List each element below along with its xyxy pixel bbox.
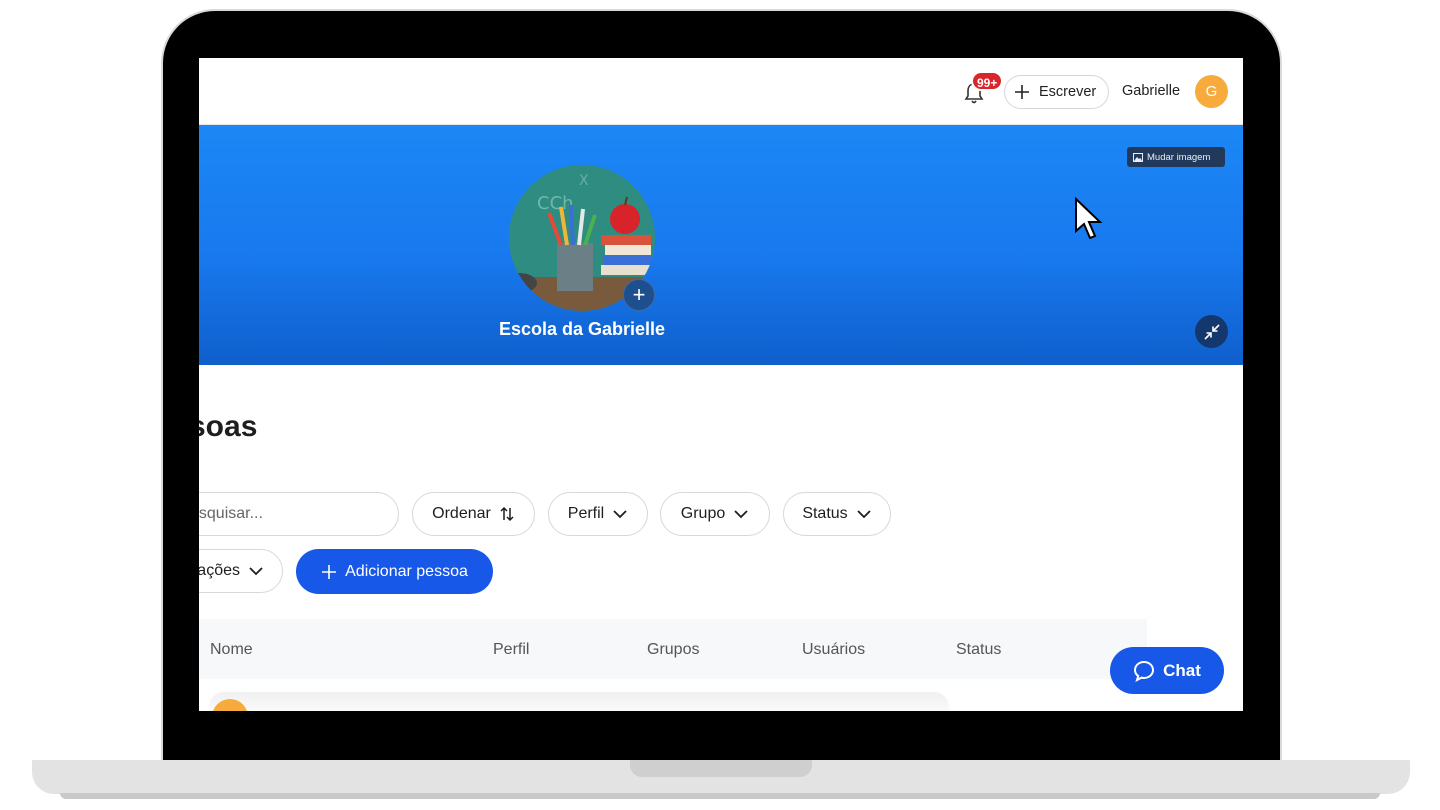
sort-label: Ordenar xyxy=(432,505,491,522)
chat-bubble-icon xyxy=(1134,660,1155,682)
group-filter-dropdown[interactable]: Grupo xyxy=(660,492,770,536)
add-school-image-button[interactable]: + xyxy=(623,279,655,311)
write-button[interactable]: Escrever xyxy=(1004,75,1109,109)
actions-label: ações xyxy=(199,562,240,579)
svg-text:CCh: CCh xyxy=(537,193,574,214)
collapse-banner-button[interactable] xyxy=(1195,315,1228,348)
top-bar: 99+ Escrever Gabrielle G xyxy=(199,58,1243,125)
actions-dropdown[interactable]: ações xyxy=(199,549,283,593)
profile-filter-dropdown[interactable]: Perfil xyxy=(548,492,648,536)
notification-badge: 99+ xyxy=(971,71,1004,91)
chat-label: Chat xyxy=(1163,660,1201,680)
column-header-status[interactable]: Status xyxy=(956,641,1001,659)
column-header-profile[interactable]: Perfil xyxy=(493,641,529,659)
mouse-cursor-icon xyxy=(1073,196,1103,246)
change-image-label: Mudar imagem xyxy=(1147,151,1211,163)
chat-button[interactable]: Chat xyxy=(1110,647,1224,694)
change-image-button[interactable]: Mudar imagem xyxy=(1127,147,1225,167)
column-header-users[interactable]: Usuários xyxy=(802,641,865,659)
cover-banner: Mudar imagem CCh X + Escola da Gabrielle xyxy=(199,125,1243,365)
chevron-down-icon xyxy=(734,510,748,519)
status-filter-label: Status xyxy=(802,505,848,522)
chevron-down-icon xyxy=(857,510,871,519)
chevron-down-icon xyxy=(613,510,627,519)
plus-icon xyxy=(1015,85,1029,99)
search-placeholder: esquisar... xyxy=(199,505,263,522)
add-person-label: Adicionar pessoa xyxy=(345,562,468,580)
page-title: soas xyxy=(199,410,258,443)
sort-button[interactable]: Ordenar xyxy=(412,492,535,536)
group-filter-label: Grupo xyxy=(680,505,726,522)
app-screen: 99+ Escrever Gabrielle G Mudar imagem CC… xyxy=(199,58,1243,711)
table-row[interactable] xyxy=(209,692,949,711)
column-header-name[interactable]: Nome xyxy=(210,641,253,659)
image-icon xyxy=(1133,152,1143,162)
search-input[interactable]: esquisar... xyxy=(199,492,399,536)
column-header-groups[interactable]: Grupos xyxy=(647,641,699,659)
add-person-button[interactable]: Adicionar pessoa xyxy=(296,549,493,594)
write-button-label: Escrever xyxy=(1039,84,1097,100)
status-filter-dropdown[interactable]: Status xyxy=(783,492,891,536)
profile-filter-label: Perfil xyxy=(567,505,605,522)
laptop-notch xyxy=(630,760,812,777)
collapse-icon xyxy=(1203,323,1220,340)
user-name[interactable]: Gabrielle xyxy=(1122,83,1180,99)
school-name: Escola da Gabrielle xyxy=(498,319,666,339)
laptop-base-edge xyxy=(60,793,1380,799)
plus-icon xyxy=(322,564,337,579)
sort-arrows-icon xyxy=(500,506,514,522)
svg-text:X: X xyxy=(579,173,589,189)
chevron-down-icon xyxy=(249,567,263,576)
avatar[interactable]: G xyxy=(1195,75,1228,108)
